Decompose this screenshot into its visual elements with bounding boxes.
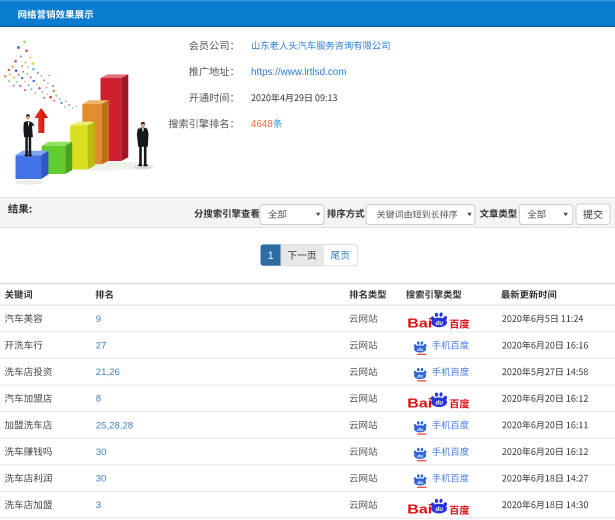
svg-text:27: 27 bbox=[96, 341, 107, 352]
svg-text:25,28,28: 25,28,28 bbox=[96, 420, 133, 431]
svg-text:30: 30 bbox=[96, 447, 107, 458]
svg-text:9: 9 bbox=[96, 314, 101, 325]
svg-text:4648: 4648 bbox=[251, 119, 273, 130]
svg-text:https://www.lrtlsd.com: https://www.lrtlsd.com bbox=[251, 67, 346, 78]
svg-text:21,26: 21,26 bbox=[96, 367, 120, 378]
svg-text:30: 30 bbox=[96, 474, 107, 485]
svg-text:8: 8 bbox=[96, 394, 101, 405]
svg-text:3: 3 bbox=[96, 500, 101, 511]
svg-text:1: 1 bbox=[268, 250, 274, 262]
